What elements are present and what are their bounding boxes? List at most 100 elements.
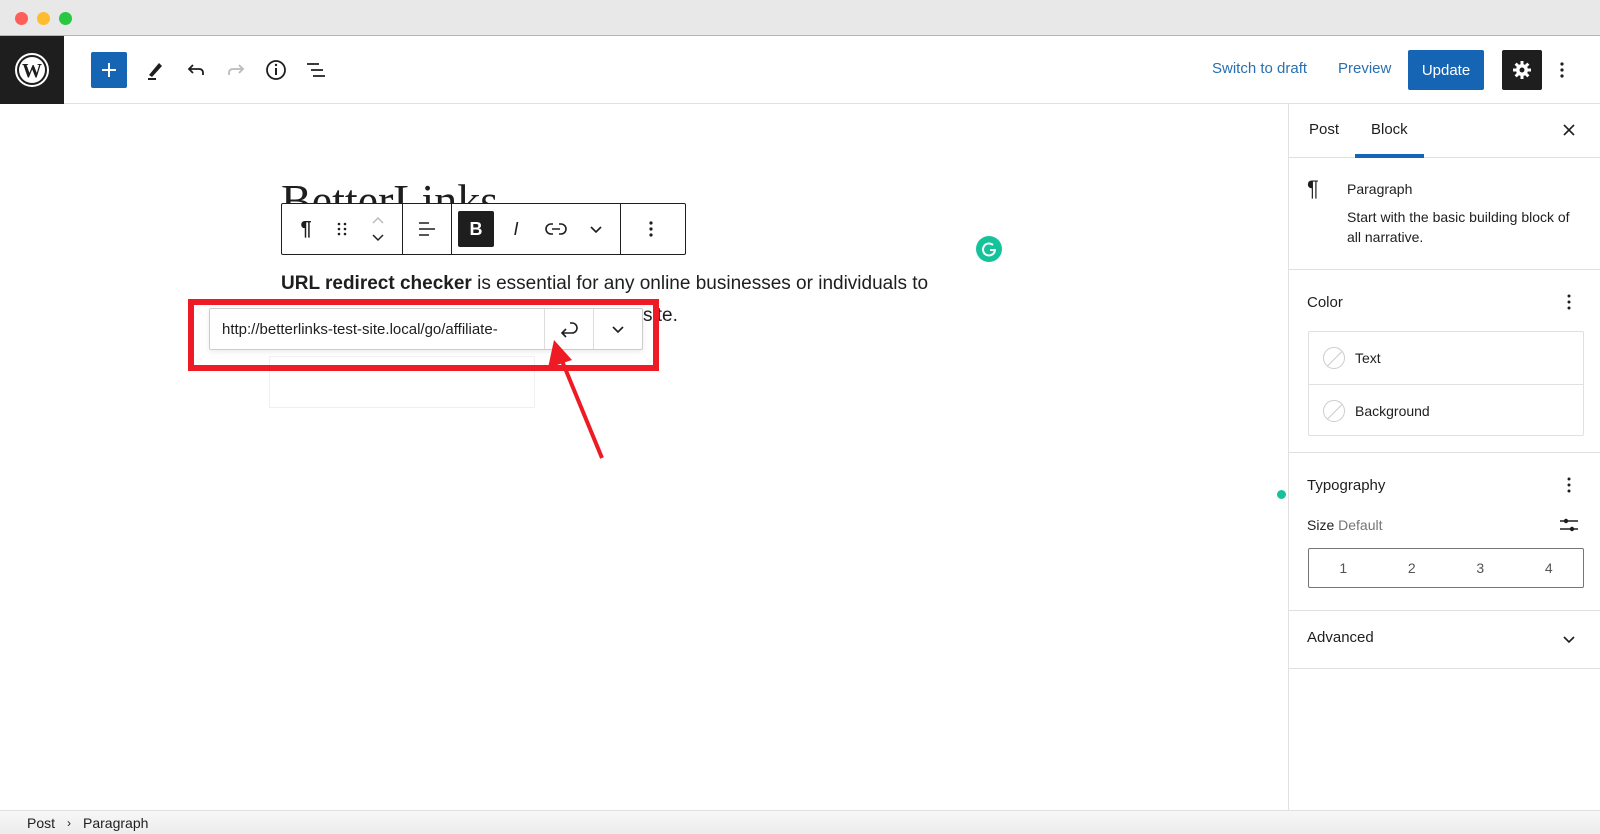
- drag-handle-icon: [337, 222, 347, 236]
- block-toolbar-group-options: [621, 204, 675, 254]
- annotation-arrow-icon: [548, 340, 604, 459]
- block-options-button[interactable]: [633, 211, 669, 247]
- preview-button[interactable]: Preview: [1338, 60, 1391, 77]
- font-size-picker: 1 2 3 4: [1308, 548, 1584, 588]
- more-vertical-icon: [1567, 294, 1571, 310]
- link-button[interactable]: [538, 211, 574, 247]
- more-vertical-icon: [1567, 477, 1571, 493]
- color-options-button[interactable]: [1559, 290, 1579, 314]
- block-breadcrumb: Post › Paragraph: [0, 810, 1600, 834]
- link-url-input[interactable]: [210, 309, 545, 349]
- advanced-toggle[interactable]: [1559, 627, 1579, 651]
- chevron-down-icon: [590, 226, 602, 234]
- more-vertical-icon: [649, 221, 653, 237]
- block-type-button[interactable]: ¶: [288, 211, 324, 247]
- undo-icon: [187, 64, 204, 75]
- close-icon: [1563, 124, 1575, 136]
- switch-to-draft-button[interactable]: Switch to draft: [1212, 60, 1307, 77]
- pencil-icon: [148, 63, 162, 80]
- custom-size-button[interactable]: [1557, 513, 1581, 537]
- plus-icon: [102, 63, 116, 77]
- paragraph-icon: ¶: [1307, 176, 1319, 201]
- settings-button[interactable]: [1502, 50, 1542, 90]
- gear-icon: [1513, 61, 1531, 79]
- color-list: Text Background: [1308, 331, 1584, 436]
- block-card: ¶ Paragraph Start with the basic buildin…: [1289, 158, 1600, 270]
- tab-post[interactable]: Post: [1307, 104, 1341, 158]
- tab-block[interactable]: Block: [1355, 104, 1424, 158]
- color-item-text[interactable]: Text: [1309, 332, 1583, 384]
- grammarly-status-dot: [1277, 490, 1286, 499]
- font-size-option[interactable]: 4: [1515, 549, 1584, 587]
- breadcrumb-paragraph[interactable]: Paragraph: [83, 815, 148, 831]
- paragraph-bold-text: URL redirect checker: [281, 273, 472, 294]
- svg-text:W: W: [22, 60, 42, 82]
- sidebar-tabs: Post Block: [1289, 104, 1600, 158]
- move-block-button[interactable]: [360, 211, 396, 247]
- wordpress-logo[interactable]: W: [0, 36, 64, 104]
- close-window-button[interactable]: [15, 12, 28, 25]
- more-vertical-icon: [1560, 62, 1564, 78]
- align-button[interactable]: [409, 211, 445, 247]
- empty-swatch-icon: [1323, 347, 1345, 369]
- editor-canvas[interactable]: BetterLinks ¶ B I URL redirect checker i…: [0, 104, 1288, 810]
- list-view-button[interactable]: [298, 52, 334, 88]
- font-size-option[interactable]: 2: [1378, 549, 1447, 587]
- paragraph-text-line2: site.: [643, 305, 678, 326]
- chevron-right-icon: ›: [67, 815, 72, 830]
- breadcrumb-post[interactable]: Post: [27, 815, 55, 831]
- block-name: Paragraph: [1347, 181, 1413, 197]
- italic-button[interactable]: I: [498, 211, 534, 247]
- settings-sidebar: Post Block ¶ Paragraph Start with the ba…: [1288, 104, 1600, 810]
- minimize-window-button[interactable]: [37, 12, 50, 25]
- more-formatting-button[interactable]: [578, 211, 614, 247]
- advanced-panel[interactable]: Advanced: [1289, 611, 1600, 669]
- color-panel-title: Color: [1307, 294, 1343, 311]
- typography-panel: Typography Size Default 1 2 3 4: [1289, 453, 1600, 611]
- info-icon: [266, 60, 286, 80]
- chevron-down-icon: [612, 326, 624, 334]
- font-size-option[interactable]: 3: [1446, 549, 1515, 587]
- block-toolbar-group-align: [403, 204, 452, 254]
- tools-button[interactable]: [137, 52, 173, 88]
- font-size-option[interactable]: 1: [1309, 549, 1378, 587]
- paragraph-icon: ¶: [300, 217, 312, 240]
- size-label-text: Size: [1307, 517, 1335, 533]
- color-item-label: Background: [1355, 402, 1430, 419]
- details-button[interactable]: [258, 52, 294, 88]
- close-sidebar-button[interactable]: [1557, 118, 1581, 142]
- chevron-down-icon: [1563, 636, 1575, 644]
- settings-sliders-icon: [1560, 518, 1578, 532]
- add-block-button[interactable]: [91, 52, 127, 88]
- redo-icon: [228, 64, 245, 75]
- editor-header: W Switch to draft Preview Update: [0, 36, 1600, 104]
- bold-button[interactable]: B: [458, 211, 494, 247]
- color-item-background[interactable]: Background: [1309, 384, 1583, 436]
- block-toolbar-group-format: B I: [452, 204, 621, 254]
- color-panel: Color Text Background: [1289, 270, 1600, 453]
- options-menu-button[interactable]: [1552, 52, 1572, 88]
- drag-handle[interactable]: [324, 211, 360, 247]
- advanced-panel-title: Advanced: [1307, 629, 1374, 646]
- redo-button[interactable]: [218, 52, 254, 88]
- move-up-down-icon: [372, 216, 384, 242]
- zoom-window-button[interactable]: [59, 12, 72, 25]
- block-description: Start with the basic building block of a…: [1347, 209, 1570, 245]
- color-item-label: Text: [1355, 350, 1381, 366]
- paragraph-text-line1: is essential for any online businesses o…: [471, 273, 929, 294]
- bold-icon: B: [469, 218, 483, 239]
- empty-swatch-icon: [1323, 399, 1345, 422]
- italic-icon: I: [513, 218, 519, 239]
- link-suggestions-panel: [269, 356, 535, 408]
- size-value: Default: [1338, 517, 1383, 533]
- typography-panel-title: Typography: [1307, 477, 1386, 494]
- link-icon: [545, 223, 567, 235]
- grammarly-icon: [982, 242, 997, 257]
- undo-button[interactable]: [178, 52, 214, 88]
- grammarly-button[interactable]: [976, 236, 1002, 262]
- block-toolbar-group-block: ¶: [282, 204, 403, 254]
- block-toolbar: ¶ B I: [281, 203, 686, 255]
- typography-options-button[interactable]: [1559, 473, 1579, 497]
- window-titlebar: [0, 0, 1600, 36]
- update-button[interactable]: Update: [1408, 50, 1484, 90]
